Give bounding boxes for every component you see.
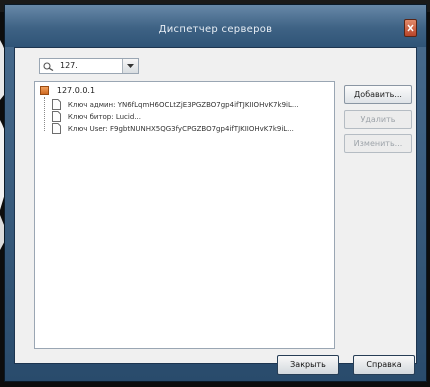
tree-item-label: Ключ User: F9gbtNUNHX5QG3fyCPGZBO7gp4ifT… <box>67 124 294 133</box>
server-select-dropdown-button[interactable] <box>122 59 138 73</box>
tree-item-admin-key[interactable]: Ключ админ: YN6fLqmH6OCLtZjE3PGZBO7gp4if… <box>52 99 332 111</box>
title-bar[interactable]: Диспетчер серверов <box>5 5 426 47</box>
server-select[interactable]: 127. <box>39 58 139 74</box>
tree-item-label: Ключ админ: YN6fLqmH6OCLtZjE3PGZBO7gp4if… <box>67 100 299 109</box>
document-icon <box>52 123 61 134</box>
add-server-button[interactable]: Добавить... <box>344 85 412 104</box>
document-icon <box>52 111 61 122</box>
tree-root-label: 127.0.0.1 <box>56 86 96 95</box>
dialog-content: 127. 127.0.0.1 Ключ админ: YN6fLqmH6OCLt… <box>14 47 417 364</box>
close-window-button[interactable] <box>404 19 417 37</box>
chevron-down-icon <box>127 64 134 68</box>
window-title: Диспетчер серверов <box>158 24 273 35</box>
tree-root-server[interactable]: 127.0.0.1 <box>40 86 95 98</box>
server-select-value: 127. <box>60 61 78 70</box>
help-button[interactable]: Справка <box>353 355 415 375</box>
tree-guide-line <box>44 97 46 131</box>
document-icon <box>52 99 61 110</box>
tree-item-user-key[interactable]: Ключ User: F9gbtNUNHX5QG3fyCPGZBO7gp4ifT… <box>52 123 332 135</box>
tree-item-bitor-key[interactable]: Ключ битор: Lucid... <box>52 111 332 123</box>
close-icon <box>407 24 414 32</box>
server-icon <box>40 86 49 95</box>
delete-server-button[interactable]: Удалить <box>344 110 412 129</box>
tree-item-label: Ключ битор: Lucid... <box>67 112 141 121</box>
close-button[interactable]: Закрыть <box>277 355 339 375</box>
server-keys-tree[interactable]: 127.0.0.1 Ключ админ: YN6fLqmH6OCLtZjE3P… <box>34 81 335 349</box>
edit-server-button[interactable]: Изменить... <box>344 134 412 153</box>
server-manager-dialog: Диспетчер серверов 127. 127.0.0.1 Ключ а… <box>4 4 427 382</box>
search-icon <box>43 62 54 71</box>
